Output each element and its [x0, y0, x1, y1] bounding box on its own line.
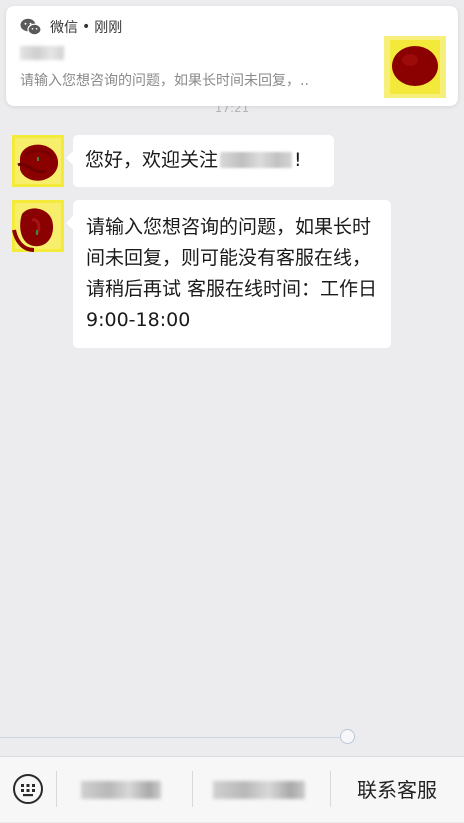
wechat-icon	[20, 18, 42, 36]
notification-app-name: 微信	[50, 20, 78, 36]
message-bubble: 您好，欢迎关注!	[66, 135, 334, 187]
blurred-account-name	[220, 152, 293, 168]
avatar[interactable]	[12, 200, 64, 252]
input-divider-line	[0, 737, 342, 738]
notification-time: 刚刚	[94, 20, 123, 36]
message-text: 请输入您想咨询的问题，如果长时间未回复，则可能没有客服在线，请稍后再试 客服在线…	[86, 216, 378, 331]
message-text-suffix: !	[294, 149, 302, 171]
menu-item-2[interactable]	[193, 757, 329, 823]
notification-thumbnail	[384, 36, 446, 98]
slider-knob[interactable]	[340, 729, 355, 744]
notification-header: 微信 • 刚刚	[20, 16, 444, 38]
chat-message: 您好，欢迎关注!	[12, 135, 334, 187]
menu-item-1[interactable]	[57, 757, 191, 823]
bottom-menu-bar: 联系客服	[0, 756, 464, 822]
notification-separator: •	[82, 19, 91, 35]
chat-message: 请输入您想咨询的问题，如果长时间未回复，则可能没有客服在线，请稍后再试 客服在线…	[12, 200, 391, 348]
avatar[interactable]	[12, 135, 64, 187]
message-text: 您好，欢迎关注	[85, 149, 219, 171]
message-bubble: 请输入您想咨询的问题，如果长时间未回复，则可能没有客服在线，请稍后再试 客服在线…	[66, 200, 391, 348]
contact-service-button[interactable]: 联系客服	[330, 757, 464, 823]
blurred-menu-label	[81, 781, 161, 799]
notification-banner[interactable]: 微信 • 刚刚 请输入您想咨询的问题，如果长时间未回复，..	[6, 6, 458, 106]
blurred-menu-label	[213, 781, 305, 799]
notification-sender-blurred	[20, 46, 64, 60]
notification-preview: 请输入您想咨询的问题，如果长时间未回复，..	[20, 73, 309, 89]
keyboard-icon[interactable]	[12, 773, 44, 805]
